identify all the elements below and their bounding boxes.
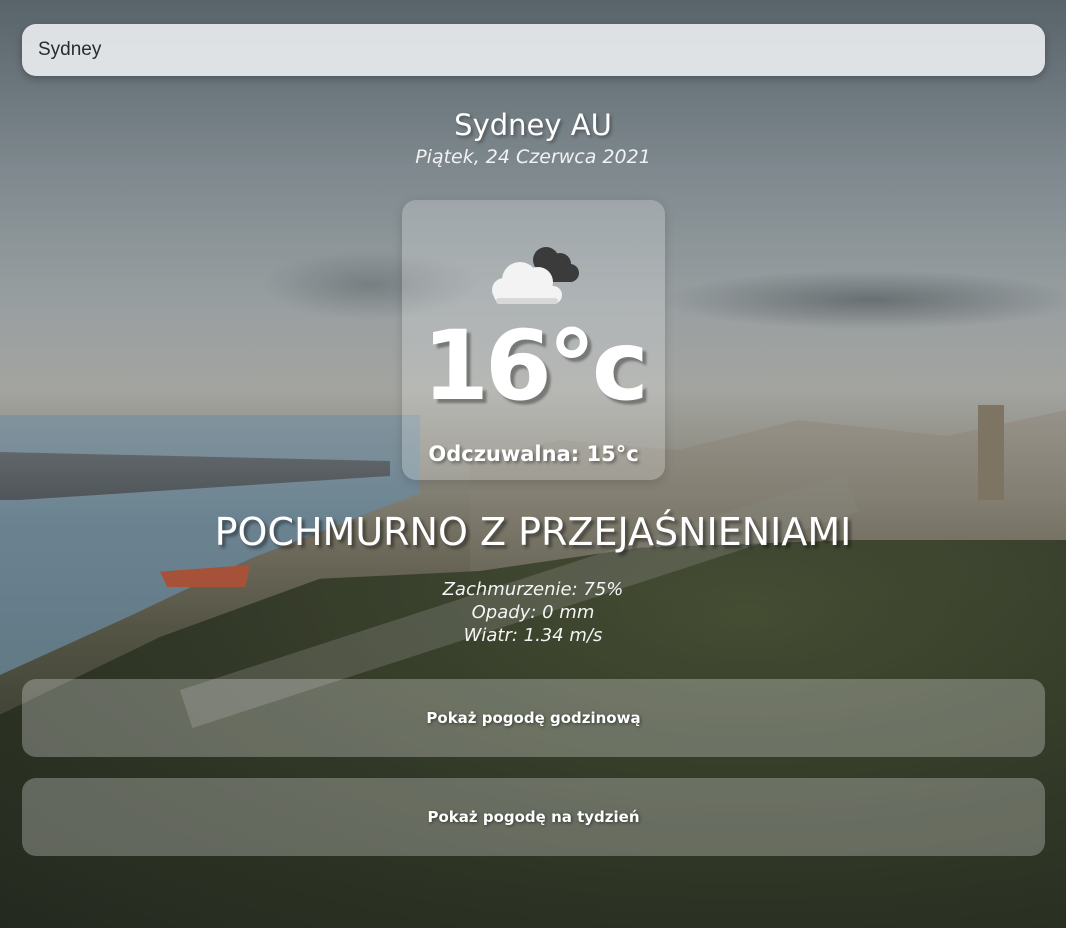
show-weekly-weather-button[interactable]: Pokaż pogodę na tydzień: [22, 778, 1045, 856]
partly-cloudy-icon: [492, 247, 579, 304]
wind-label: Wiatr: 1.34 m/s: [463, 625, 603, 646]
temperature-value: 16°c: [422, 310, 649, 422]
clouds-label: Zachmurzenie: 75%: [442, 579, 624, 600]
precipitation-label: Opady: 0 mm: [471, 602, 595, 623]
weather-details: Zachmurzenie: 75% Opady: 0 mm Wiatr: 1.3…: [0, 578, 1066, 647]
feels-like-label: Odczuwalna: 15°c: [428, 442, 639, 466]
date-label: Piątek, 24 Czerwca 2021: [415, 146, 651, 168]
show-hourly-weather-button[interactable]: Pokaż pogodę godzinową: [22, 679, 1045, 757]
temperature-card: 16°c Odczuwalna: 15°c: [402, 200, 665, 480]
weather-condition: POCHMURNO Z PRZEJAŚNIENIAMI: [214, 510, 852, 554]
city-search-input[interactable]: [22, 24, 1045, 76]
location-title: Sydney AU: [454, 108, 612, 142]
